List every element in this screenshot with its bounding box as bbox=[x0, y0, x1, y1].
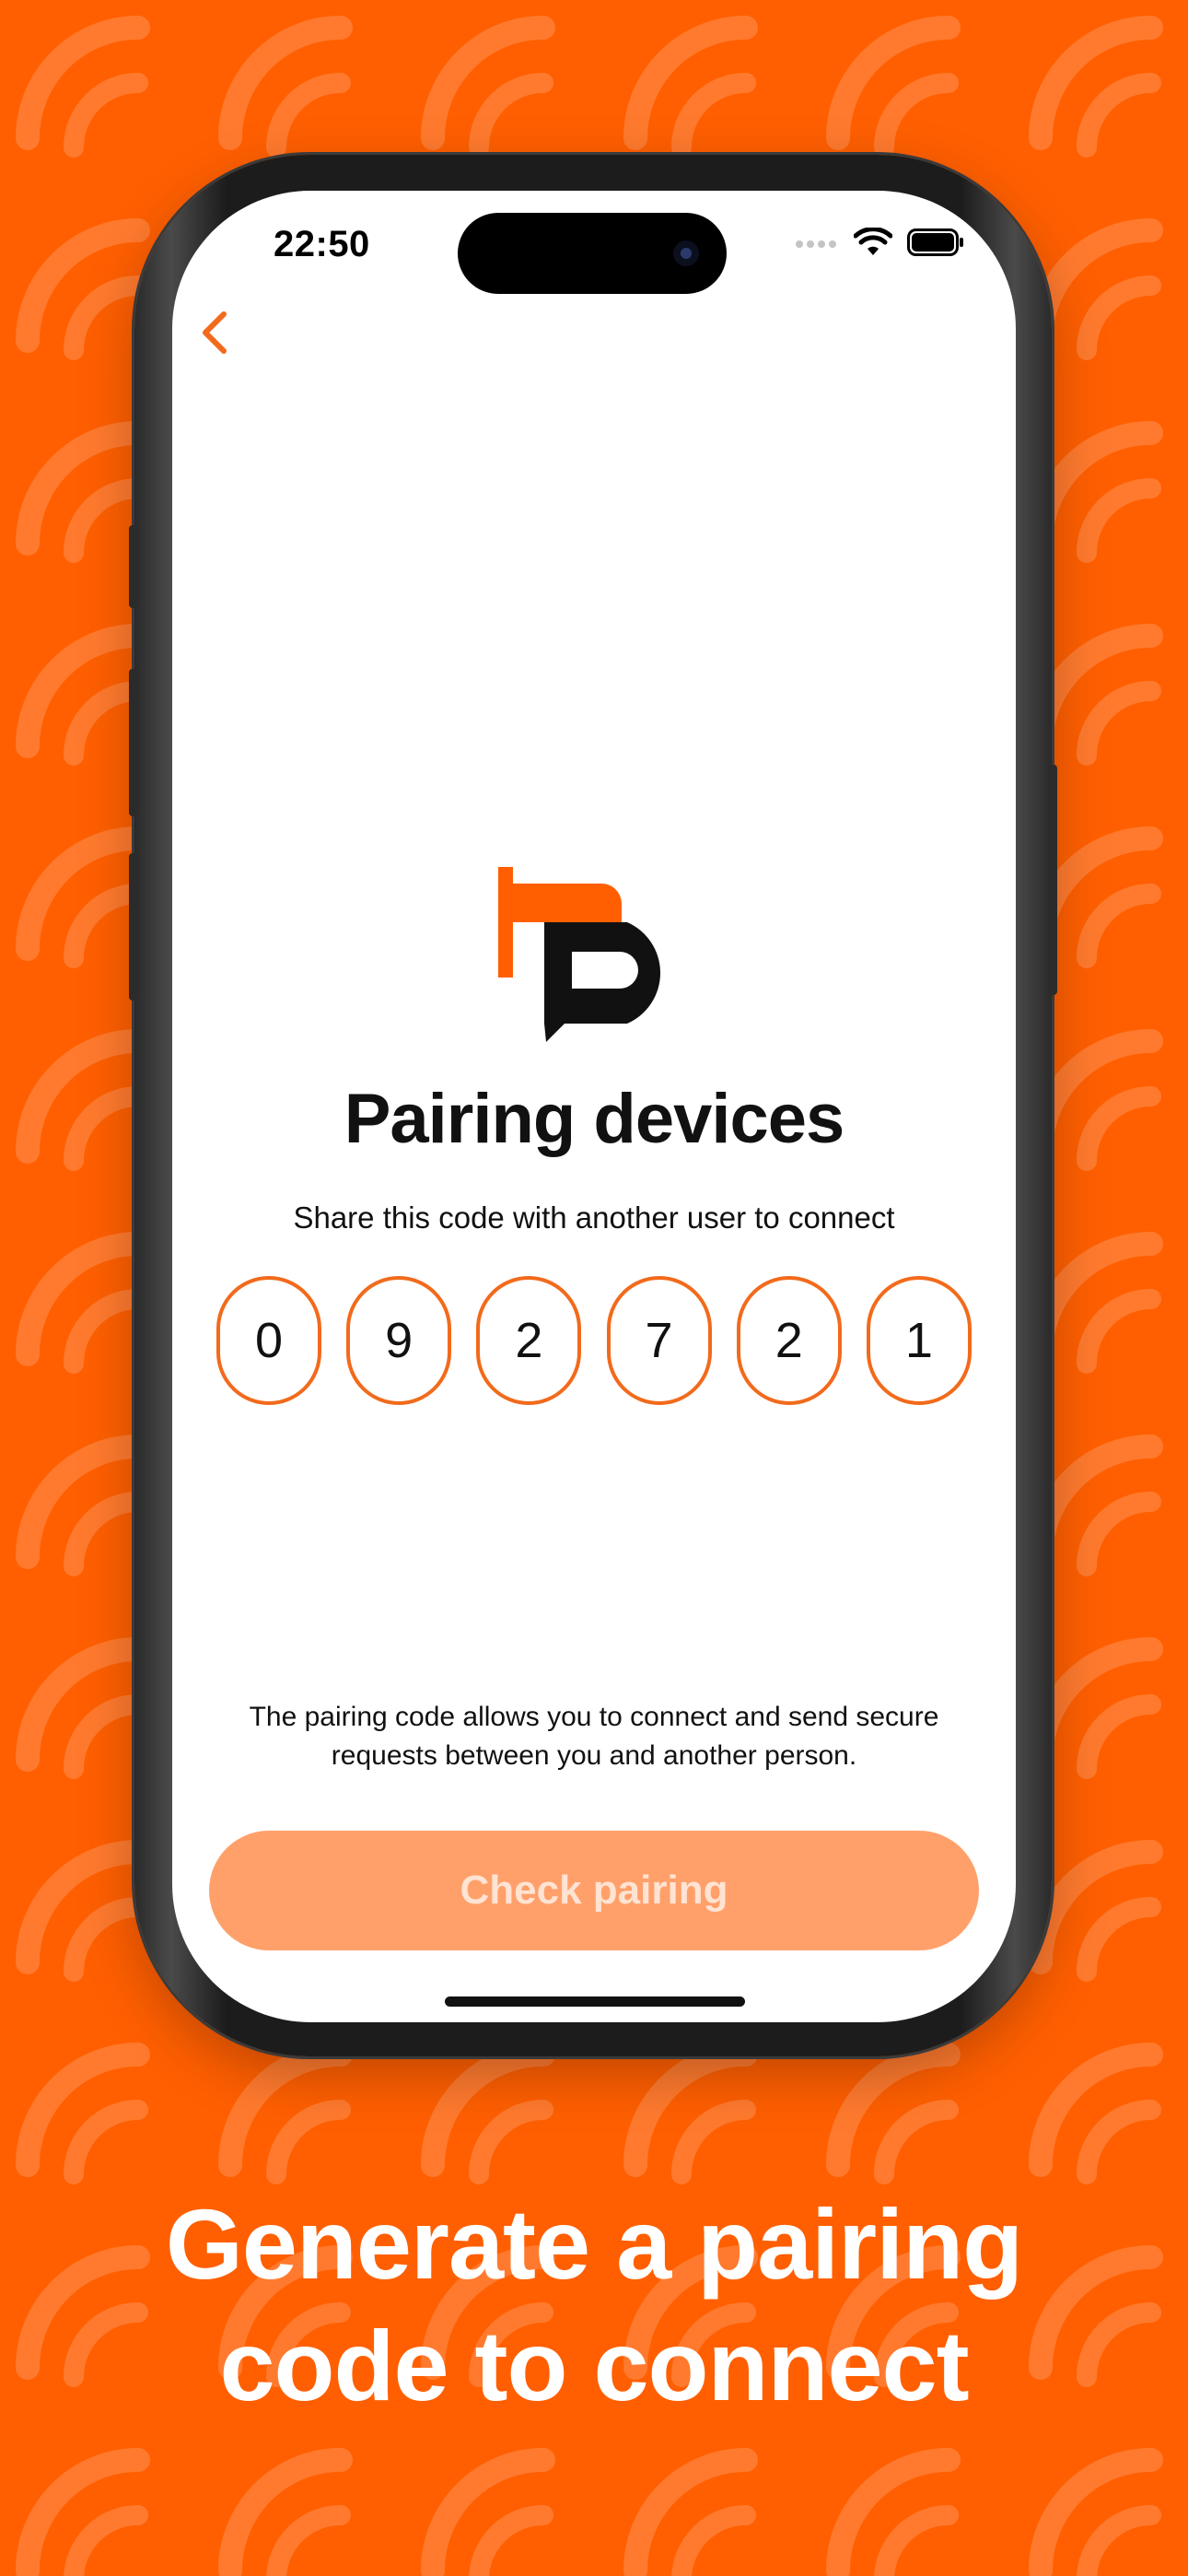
home-indicator bbox=[445, 1996, 745, 2007]
code-digit: 9 bbox=[346, 1276, 452, 1405]
code-digit: 7 bbox=[606, 1276, 712, 1405]
signal-icon bbox=[796, 240, 836, 248]
marketing-caption-line-2: code to connect bbox=[219, 2310, 969, 2421]
wifi-icon bbox=[854, 228, 892, 255]
check-pairing-button[interactable]: Check pairing bbox=[209, 1831, 979, 1950]
status-time: 22:50 bbox=[274, 224, 370, 264]
pairing-info-line-1: The pairing code allows you to connect a… bbox=[249, 1702, 939, 1732]
camera-icon bbox=[673, 240, 699, 266]
phone-mute-switch bbox=[129, 525, 138, 608]
pairing-info: The pairing code allows you to connect a… bbox=[209, 1698, 979, 1775]
phone-power-button bbox=[1048, 765, 1057, 995]
marketing-caption-line-1: Generate a pairing bbox=[165, 2188, 1023, 2300]
phone-screen: 22:50 Pairing devices Share this code wi… bbox=[172, 191, 1016, 2022]
pairing-code: 0 9 2 7 2 1 bbox=[216, 1276, 972, 1411]
page-subtitle: Share this code with another user to con… bbox=[293, 1200, 895, 1235]
marketing-caption: Generate a pairing code to connect bbox=[0, 2184, 1188, 2427]
dynamic-island bbox=[458, 213, 727, 294]
chevron-left-icon bbox=[203, 311, 227, 354]
phone-volume-down bbox=[129, 853, 138, 1001]
page-title: Pairing devices bbox=[344, 1080, 845, 1158]
battery-icon bbox=[907, 228, 963, 256]
app-logo bbox=[498, 867, 661, 1042]
code-digit: 1 bbox=[866, 1276, 972, 1405]
back-button[interactable] bbox=[189, 305, 244, 360]
pairing-info-line-2: requests between you and another person. bbox=[331, 1740, 857, 1771]
code-digit: 2 bbox=[736, 1276, 842, 1405]
phone-volume-up bbox=[129, 669, 138, 816]
code-digit: 2 bbox=[476, 1276, 582, 1405]
code-digit: 0 bbox=[216, 1276, 321, 1405]
status-icons bbox=[795, 228, 964, 257]
